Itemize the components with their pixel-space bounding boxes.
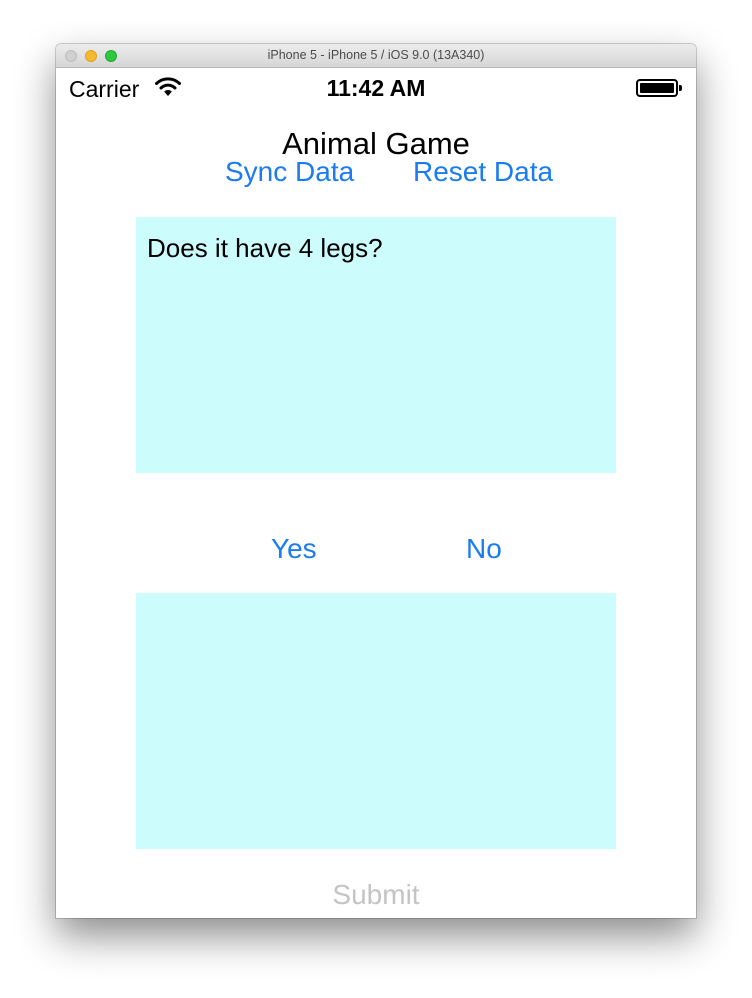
reset-data-button[interactable]: Reset Data [413,156,553,188]
question-text-view[interactable]: Does it have 4 legs? [136,217,616,473]
status-time: 11:42 AM [326,75,426,101]
simulator-window: iPhone 5 - iPhone 5 / iOS 9.0 (13A340) C… [56,44,696,918]
answer-text-view[interactable] [136,593,616,849]
window-titlebar: iPhone 5 - iPhone 5 / iOS 9.0 (13A340) [56,44,696,68]
window-title: iPhone 5 - iPhone 5 / iOS 9.0 (13A340) [267,48,485,62]
no-button[interactable]: No [466,533,502,565]
sync-data-button[interactable]: Sync Data [225,156,354,188]
yes-button[interactable]: Yes [271,533,317,565]
status-bar: Carrier 11:42 AM [56,68,696,108]
device-screen: Carrier 11:42 AM Animal Game Sync Data R… [56,68,696,918]
page-title: Animal Game [282,126,470,161]
submit-button[interactable]: Submit [56,879,696,911]
battery-icon [636,79,682,97]
